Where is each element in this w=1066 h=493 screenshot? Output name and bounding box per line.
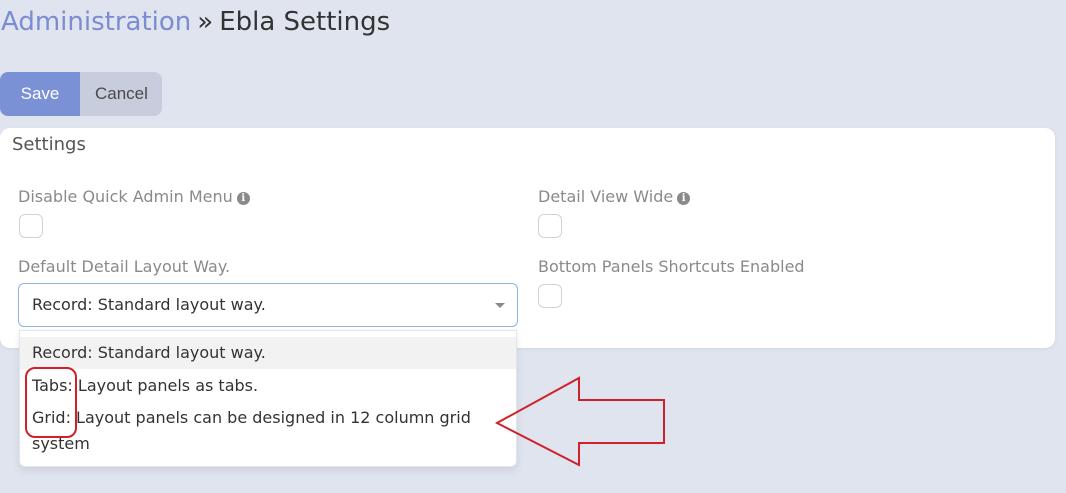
page-header: Administration» Ebla Settings [1, 2, 390, 42]
detail-view-wide-label: Detail View Wide i [538, 187, 691, 206]
panel-heading: Settings [12, 134, 86, 155]
detail-view-wide-checkbox[interactable] [538, 214, 562, 238]
default-detail-layout-select[interactable]: Record: Standard layout way. [18, 283, 518, 327]
bottom-panels-shortcuts-enabled-checkbox[interactable] [538, 284, 562, 308]
breadcrumb-separator: » [197, 7, 214, 37]
detail-view-wide-text: Detail View Wide [538, 187, 674, 206]
dropdown-option-grid[interactable]: Grid: Layout panels can be designed in 1… [20, 405, 516, 459]
layout-options-dropdown: Record: Standard layout way. Tabs: Layou… [19, 330, 517, 467]
save-button[interactable]: Save [0, 72, 80, 116]
default-detail-layout-way-label: Default Detail Layout Way. [18, 257, 231, 276]
bottom-panels-shortcuts-enabled-label: Bottom Panels Shortcuts Enabled [538, 257, 805, 276]
action-button-group: Save Cancel [0, 72, 162, 116]
breadcrumb-administration-link[interactable]: Administration [1, 7, 191, 37]
cancel-button[interactable]: Cancel [80, 72, 162, 116]
page-title: Ebla Settings [219, 7, 391, 37]
dropdown-option-record[interactable]: Record: Standard layout way. [20, 337, 516, 369]
disable-quick-admin-menu-checkbox[interactable] [19, 214, 43, 238]
dropdown-option-tabs[interactable]: Tabs: Layout panels as tabs. [20, 371, 516, 401]
info-icon[interactable]: i [677, 192, 691, 205]
chevron-down-icon [495, 303, 505, 308]
settings-panel: Settings Disable Quick Admin Menu i Detai… [0, 128, 1055, 348]
info-icon[interactable]: i [236, 192, 250, 205]
disable-quick-admin-menu-text: Disable Quick Admin Menu [18, 187, 233, 206]
disable-quick-admin-menu-label: Disable Quick Admin Menu i [18, 187, 250, 206]
left-arrow-icon [494, 376, 665, 467]
select-value: Record: Standard layout way. [32, 295, 266, 314]
